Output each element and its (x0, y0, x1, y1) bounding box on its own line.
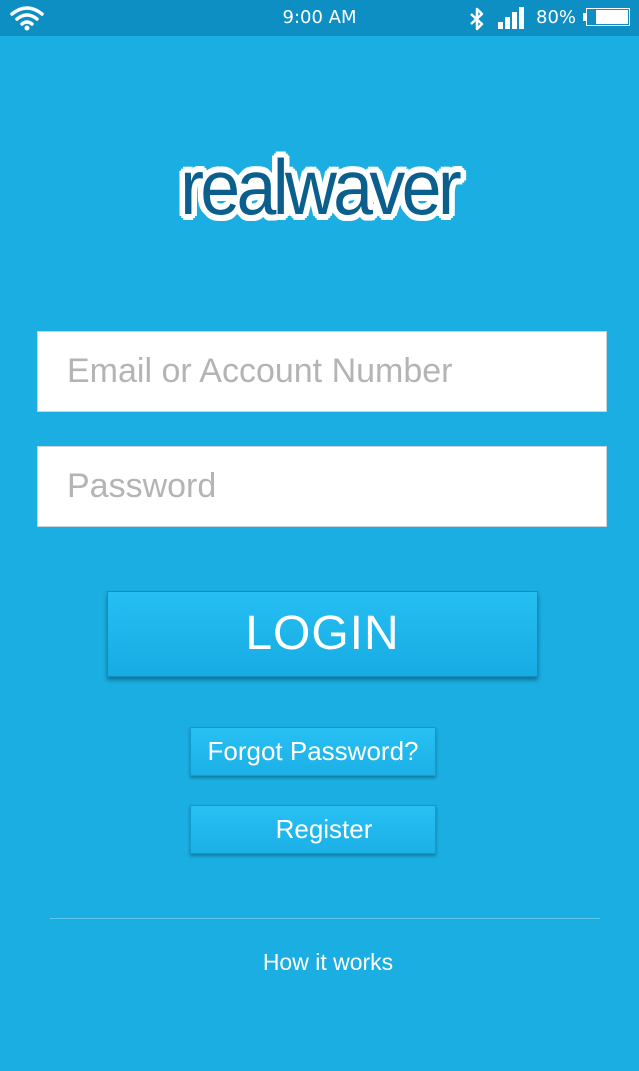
how-it-works-link[interactable]: How it works (0, 949, 639, 976)
bluetooth-icon (468, 7, 486, 36)
password-field-container (37, 446, 607, 527)
forgot-password-button[interactable]: Forgot Password? (190, 727, 436, 776)
register-button[interactable]: Register (190, 805, 436, 854)
status-bar: 9:00 AM 80% (0, 0, 639, 36)
battery-icon (586, 8, 630, 26)
logo-text: realwaver (180, 143, 463, 231)
login-button[interactable]: LOGIN (107, 591, 538, 677)
app-logo: realwaver (0, 148, 639, 226)
email-field[interactable] (38, 332, 606, 411)
battery-fill (596, 10, 628, 24)
cellular-signal-icon (498, 7, 524, 34)
email-field-container (37, 331, 607, 412)
battery-percent: 80% (536, 7, 577, 28)
divider (50, 918, 600, 919)
password-field[interactable] (38, 447, 606, 526)
